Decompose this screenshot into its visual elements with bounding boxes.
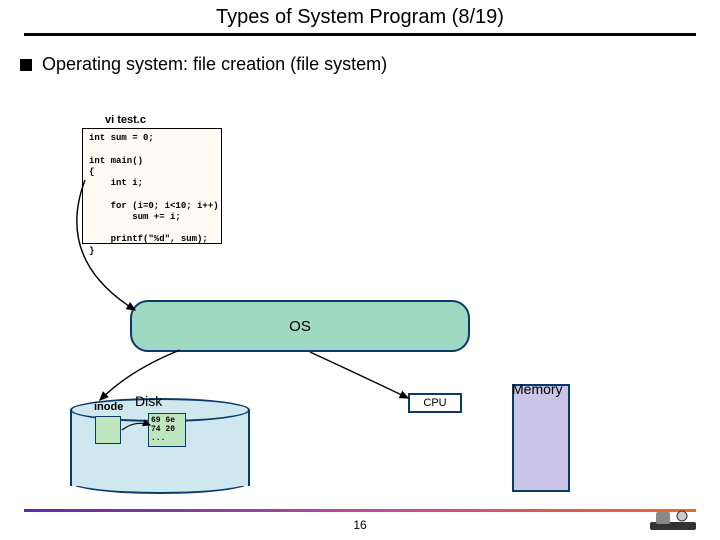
bullet-item: Operating system: file creation (file sy… — [20, 54, 720, 75]
logo-icon — [648, 508, 698, 534]
disk-label: Disk — [135, 393, 162, 409]
data-block: 69 6e 74 20 ... — [148, 413, 186, 447]
os-label: OS — [289, 318, 311, 335]
bullet-text: Operating system: file creation (file sy… — [42, 54, 387, 75]
code-source: int sum = 0; int main() { int i; for (i=… — [82, 128, 222, 244]
inode-box — [95, 416, 121, 444]
cpu-label: CPU — [423, 397, 446, 409]
page-number: 16 — [0, 518, 720, 532]
code-filename: vi test.c — [105, 114, 146, 126]
bullet-icon — [20, 59, 32, 71]
title-underline — [24, 33, 696, 36]
cpu-box: CPU — [408, 393, 462, 413]
memory-box — [512, 384, 570, 492]
memory-label: Memory — [512, 381, 563, 397]
slide-title: Types of System Program (8/19) — [0, 0, 720, 29]
os-box: OS — [130, 300, 470, 352]
footer-rule — [24, 509, 696, 512]
inode-label: inode — [94, 401, 123, 413]
